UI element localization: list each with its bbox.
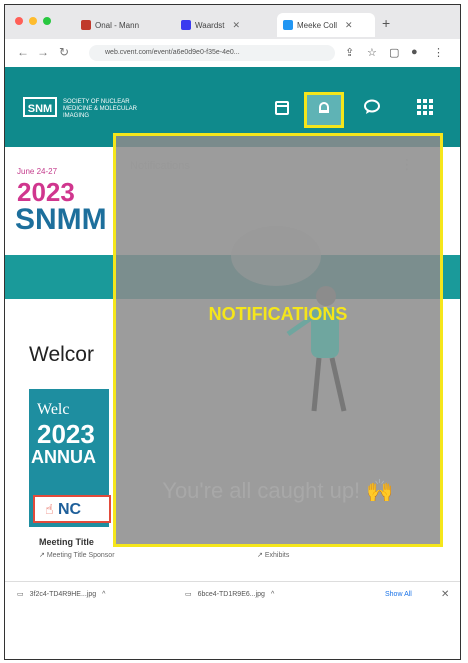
chevron-up-icon[interactable]: ^ <box>102 591 105 598</box>
bell-icon <box>317 100 331 121</box>
window-minimize-dot[interactable] <box>29 17 37 25</box>
close-icon[interactable]: ✕ <box>233 20 241 31</box>
chevron-up-icon[interactable]: ^ <box>271 591 274 598</box>
browser-toolbar: ← → ↻ web.cvent.com/event/a6e0d9e0-f35e-… <box>5 39 460 68</box>
download-filename: 3f2c4-TD4R9HE...jpg <box>29 590 97 598</box>
bookmark-icon[interactable]: ☆ <box>367 46 377 59</box>
welcome-heading: Welcor <box>29 343 94 366</box>
downloads-bar: ▭ 3f2c4-TD4R9HE...jpg ^ ▭ 6bce4-TD1R9E6.… <box>5 581 460 612</box>
browser-tab-bar: Onal - Mann Waardst ✕ Meeke Coll ✕ + <box>5 5 460 39</box>
show-all-downloads-button[interactable]: Show All <box>385 591 412 598</box>
tab-favicon-icon <box>283 20 293 30</box>
download-filename: 6bce4-TD1R9E6...jpg <box>197 590 265 598</box>
card-cta-label: NC <box>57 501 82 518</box>
download-item-2[interactable]: ▭ 6bce4-TD1R9E6...jpg ^ <box>185 590 274 599</box>
card-year: 2023 <box>37 419 95 449</box>
close-icon[interactable]: ✕ <box>345 20 353 31</box>
forward-arrow-icon[interactable]: → <box>37 45 49 59</box>
calendar-icon[interactable] <box>275 99 289 120</box>
window-close-dot[interactable] <box>15 17 23 25</box>
tab-label: Waardst <box>195 20 225 30</box>
chat-icon[interactable] <box>363 99 381 120</box>
profile-icon[interactable]: ● <box>411 46 418 58</box>
card-sponsor-label: Meeting Title Sponsor <box>46 552 115 559</box>
banner-date: June 24-27 <box>17 167 58 176</box>
logo-text: SOCIETY OF NUCLEAR MEDICINE & MOLECULAR … <box>63 99 138 119</box>
extensions-icon[interactable]: ▢ <box>389 46 399 59</box>
card-welcome-text: Welc <box>37 401 70 418</box>
card-sponsor[interactable]: ↗ Meeting Title Sponsor <box>39 551 115 559</box>
browser-menu-icon[interactable]: ⋮ <box>433 46 444 59</box>
download-item-1[interactable]: ▭ 3f2c4-TD4R9HE...jpg ^ <box>17 590 105 599</box>
browser-tab-3[interactable]: Meeke Coll ✕ <box>277 13 375 37</box>
empty-state-message: You're all caught up! 🙌 <box>162 478 394 503</box>
card-annual: ANNUA <box>31 447 96 467</box>
file-icon: ▭ <box>17 591 24 598</box>
app-grid-icon[interactable] <box>417 99 433 120</box>
notifications-label: NOTIFICATIONS <box>208 304 348 324</box>
share-icon[interactable]: ⇪ <box>345 46 354 59</box>
snmmi-logo[interactable]: SNM <box>23 97 57 117</box>
exhibits-label: Exhibits <box>264 552 290 559</box>
tab-favicon-icon <box>81 20 91 30</box>
notifications-button[interactable] <box>304 92 344 128</box>
notifications-panel: Notifications ⋮ NOTIFICATIONS You're all… <box>113 133 443 547</box>
browser-tab-1[interactable]: Onal - Mann <box>75 13 171 37</box>
card-title[interactable]: Meeting Title <box>39 537 94 547</box>
more-options-icon[interactable]: ⋮ <box>400 156 414 173</box>
hand-pointer-icon: ☝ <box>45 501 54 517</box>
back-arrow-icon[interactable]: ← <box>17 45 29 59</box>
browser-tab-2[interactable]: Waardst ✕ <box>175 13 271 37</box>
page-edge-strip <box>460 65 461 605</box>
tab-label: Meeke Coll <box>297 20 338 30</box>
url-text: web.cvent.com/event/a6e0d9e0-f35e-4e0... <box>105 49 240 56</box>
exhibits-link[interactable]: ↗ Exhibits <box>257 551 289 559</box>
banner-name: SNMM <box>15 203 107 236</box>
address-bar[interactable]: web.cvent.com/event/a6e0d9e0-f35e-4e0... <box>89 45 335 61</box>
card-cta-button[interactable]: ☝ NC <box>33 495 111 523</box>
file-icon: ▭ <box>185 591 192 598</box>
reload-icon[interactable]: ↻ <box>59 45 69 59</box>
external-link-icon: ↗ <box>39 552 45 559</box>
tab-label: Onal - Mann <box>95 20 140 30</box>
close-icon[interactable]: ✕ <box>441 589 449 600</box>
external-link-icon: ↗ <box>257 552 263 559</box>
screenshot-frame: Onal - Mann Waardst ✕ Meeke Coll ✕ + ← →… <box>4 4 461 660</box>
panel-title: Notifications <box>130 160 190 172</box>
tab-favicon-icon <box>181 20 191 30</box>
window-maximize-dot[interactable] <box>43 17 51 25</box>
new-tab-button[interactable]: + <box>382 15 390 31</box>
